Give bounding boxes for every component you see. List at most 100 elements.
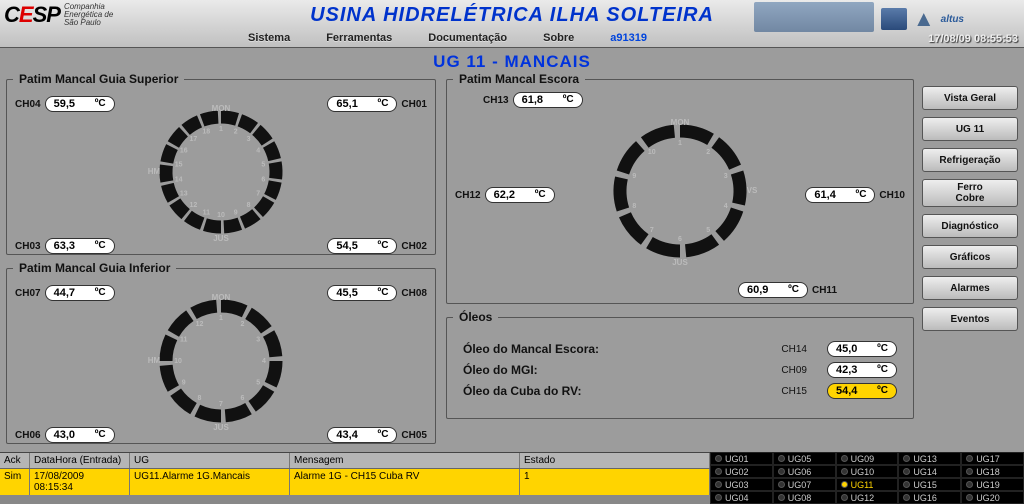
ug-ug15[interactable]: UG15	[898, 478, 961, 491]
svg-text:JUS: JUS	[672, 258, 688, 267]
page-subtitle: UG 11 - MANCAIS	[0, 52, 1024, 72]
menubar: SistemaFerramentasDocumentaçãoSobrea9131…	[230, 29, 1024, 47]
nav-diagn-stico[interactable]: Diagnóstico	[922, 214, 1018, 238]
ug-ug12[interactable]: UG12	[836, 491, 899, 504]
temp-reading: 45,0ºC	[827, 341, 897, 357]
svg-text:5: 5	[261, 161, 265, 168]
alarm-row[interactable]: Sim17/08/2009 08:15:34UG11.Alarme 1G.Man…	[0, 469, 710, 495]
ug-ug03[interactable]: UG03	[710, 478, 773, 491]
ug-ug17[interactable]: UG17	[961, 452, 1024, 465]
reading-ch10: 61,4ºCCH10	[805, 187, 905, 203]
ug-ug02[interactable]: UG02	[710, 465, 773, 478]
svg-text:5: 5	[256, 379, 260, 386]
svg-text:MON: MON	[671, 118, 690, 127]
ug-ug11[interactable]: UG11	[836, 478, 899, 491]
nav-gr-ficos[interactable]: Gráficos	[922, 245, 1018, 269]
gauge-superior: Patim Mancal Guia Superior 1234567891011…	[6, 72, 436, 255]
svg-text:14: 14	[175, 176, 183, 183]
ug-ug08[interactable]: UG08	[773, 491, 836, 504]
svg-text:2: 2	[234, 128, 238, 135]
svg-text:13: 13	[180, 190, 188, 197]
gauge-inferior: Patim Mancal Guia Inferior 1234567891011…	[6, 261, 436, 444]
ug-ug16[interactable]: UG16	[898, 491, 961, 504]
temp-reading: 45,5ºC	[327, 285, 397, 301]
main-content: Patim Mancal Guia Superior 1234567891011…	[6, 72, 914, 444]
nav-alarmes[interactable]: Alarmes	[922, 276, 1018, 300]
svg-text:10: 10	[648, 149, 656, 156]
ug-ug06[interactable]: UG06	[773, 465, 836, 478]
alarm-header: AckDataHora (Entrada)UGMensagemEstado	[0, 453, 710, 469]
temp-reading: 59,5ºC	[45, 96, 115, 112]
ug-ug05[interactable]: UG05	[773, 452, 836, 465]
svg-text:7: 7	[256, 190, 260, 197]
svg-text:15: 15	[175, 161, 183, 168]
svg-text:11: 11	[180, 336, 188, 343]
temp-reading: 61,4ºC	[805, 187, 875, 203]
svg-text:8: 8	[247, 202, 251, 209]
nav-ug-[interactable]: UG 11	[922, 117, 1018, 141]
header-photo	[754, 2, 874, 32]
ug-ug18[interactable]: UG18	[961, 465, 1024, 478]
svg-text:9: 9	[182, 379, 186, 386]
svg-text:6: 6	[261, 176, 265, 183]
side-nav: Vista Geral UG 11 Refrigeração FerroCobre Di…	[922, 86, 1018, 331]
svg-text:3: 3	[256, 336, 260, 343]
svg-text:1: 1	[678, 140, 682, 147]
menu-documentação[interactable]: Documentação	[410, 32, 525, 44]
bottom-bar: AckDataHora (Entrada)UGMensagemEstadoSim…	[0, 452, 1024, 504]
ug-ug09[interactable]: UG09	[836, 452, 899, 465]
svg-text:8: 8	[632, 203, 636, 210]
menu-sobre[interactable]: Sobre	[525, 32, 592, 44]
svg-text:8: 8	[198, 395, 202, 402]
temp-reading: 61,8ºC	[513, 92, 583, 108]
svg-text:2: 2	[241, 320, 245, 327]
ug-ug14[interactable]: UG14	[898, 465, 961, 478]
svg-text:3: 3	[247, 136, 251, 143]
svg-text:HM: HM	[148, 167, 161, 176]
nav-ferro-cobre[interactable]: FerroCobre	[922, 179, 1018, 207]
ug-ug04[interactable]: UG04	[710, 491, 773, 504]
reading-ch06: CH0643,0ºC	[15, 427, 115, 443]
ug-ug20[interactable]: UG20	[961, 491, 1024, 504]
temp-reading: 62,2ºC	[485, 187, 555, 203]
gauge-escora: Patim Mancal Escora 12345678910MONJUSVSC…	[446, 72, 914, 304]
svg-text:7: 7	[219, 401, 223, 408]
svg-text:MON: MON	[212, 104, 231, 113]
alarm-table: AckDataHora (Entrada)UGMensagemEstadoSim…	[0, 452, 710, 504]
ug-ug10[interactable]: UG10	[836, 465, 899, 478]
temp-reading: 54,4ºC	[827, 383, 897, 399]
svg-text:VS: VS	[747, 186, 758, 195]
reading-ch04: CH0459,5ºC	[15, 96, 115, 112]
menu-ferramentas[interactable]: Ferramentas	[308, 32, 410, 44]
nav-vista-geral[interactable]: Vista Geral	[922, 86, 1018, 110]
svg-text:JUS: JUS	[213, 234, 229, 243]
nav-eventos[interactable]: Eventos	[922, 307, 1018, 331]
temp-reading: 54,5ºC	[327, 238, 397, 254]
svg-text:18: 18	[202, 128, 210, 135]
reading-ch01: 65,1ºCCH01	[327, 96, 427, 112]
menu-sistema[interactable]: Sistema	[230, 32, 308, 44]
nav-refrigera-o[interactable]: Refrigeração	[922, 148, 1018, 172]
ug-ug19[interactable]: UG19	[961, 478, 1024, 491]
temp-reading: 42,3ºC	[827, 362, 897, 378]
svg-text:MON: MON	[212, 293, 231, 302]
svg-text:16: 16	[180, 147, 188, 154]
svg-text:JUS: JUS	[213, 423, 229, 432]
temp-reading: 63,3ºC	[45, 238, 115, 254]
ug-ug07[interactable]: UG07	[773, 478, 836, 491]
svg-text:3: 3	[724, 173, 728, 180]
svg-text:17: 17	[189, 136, 197, 143]
current-user: a91319	[592, 32, 665, 44]
temp-reading: 43,0ºC	[45, 427, 115, 443]
reading-ch08: 45,5ºCCH08	[327, 285, 427, 301]
temp-reading: 43,4ºC	[327, 427, 397, 443]
svg-text:6: 6	[678, 236, 682, 243]
datetime: 17/08/09 08:55:53	[928, 33, 1018, 45]
reading-ch07: CH0744,7ºC	[15, 285, 115, 301]
oil-row: Óleo do MGI:CH0942,3ºC	[463, 362, 897, 378]
reading-ch05: 43,4ºCCH05	[327, 427, 427, 443]
ug-ug13[interactable]: UG13	[898, 452, 961, 465]
reading-ch13: CH1361,8ºC	[483, 92, 583, 108]
ug-ug01[interactable]: UG01	[710, 452, 773, 465]
svg-text:1: 1	[219, 126, 223, 133]
